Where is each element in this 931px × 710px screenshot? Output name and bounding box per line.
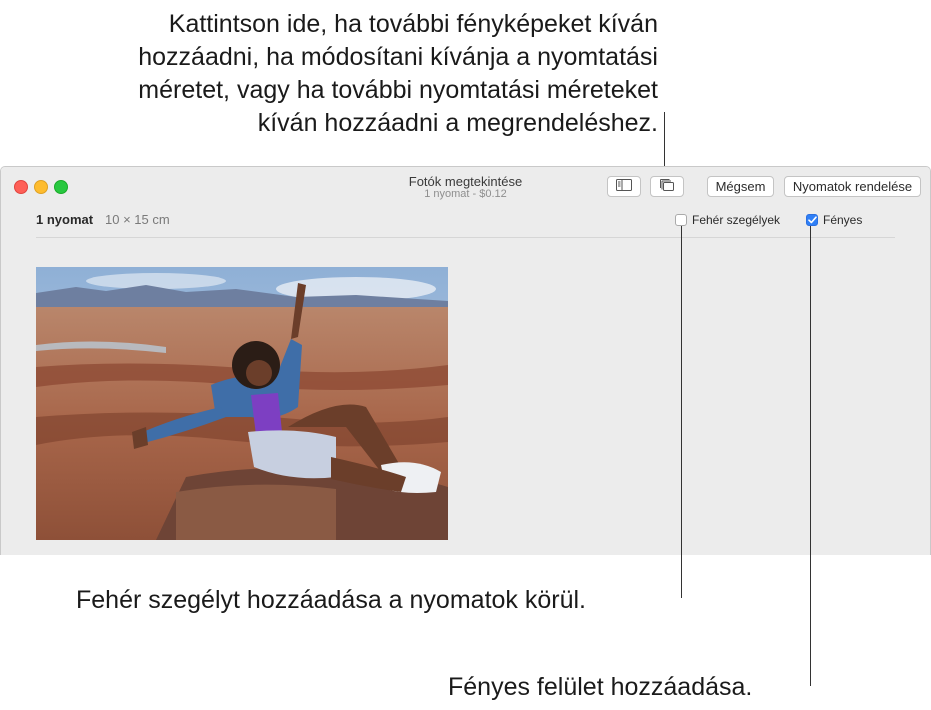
sidebar-toggle-button[interactable] <box>607 176 641 197</box>
callout-more-photos: Kattintson ide, ha további fényképeket k… <box>138 8 658 140</box>
callout-leader-line <box>810 226 811 686</box>
callout-line: Kattintson ide, ha további fényképeket k… <box>168 10 658 38</box>
print-info-bar: 1 nyomat 10 × 15 cm Fehér szegélyek Fény… <box>36 205 895 238</box>
white-borders-checkbox[interactable]: Fehér szegélyek <box>675 213 780 227</box>
photos-window: Fotók megtekintése 1 nyomat - $0.12 Mégs… <box>0 166 931 555</box>
checkmark-icon <box>807 216 817 224</box>
white-borders-label: Fehér szegélyek <box>692 213 781 227</box>
glossy-label: Fényes <box>823 213 863 227</box>
sidebar-icon <box>616 179 632 194</box>
cancel-button[interactable]: Mégsem <box>707 176 774 197</box>
print-count: 1 nyomat <box>36 212 94 227</box>
print-photo[interactable] <box>36 267 448 540</box>
checkbox-box[interactable] <box>675 214 687 226</box>
photo-stack-icon <box>659 178 675 195</box>
callout-line: kíván hozzáadni a megrendeléshez. <box>257 109 658 137</box>
add-prints-button[interactable] <box>650 176 684 197</box>
callout-line: hozzáadni, ha módosítani kívánja a nyomt… <box>138 43 658 71</box>
print-size[interactable]: 10 × 15 cm <box>105 212 170 227</box>
callout-glossy: Fényes felület hozzáadása. <box>448 673 753 701</box>
title-bar: Fotók megtekintése 1 nyomat - $0.12 Mégs… <box>1 167 930 205</box>
callout-leader-line <box>681 226 682 598</box>
checkbox-box[interactable] <box>806 214 818 226</box>
order-prints-button[interactable]: Nyomatok rendelése <box>784 176 921 197</box>
glossy-checkbox[interactable]: Fényes <box>806 213 862 227</box>
callout-line: méretet, vagy ha további nyomtatási mére… <box>138 76 658 104</box>
callout-white-borders: Fehér szegélyt hozzáadása a nyomatok kör… <box>76 586 586 614</box>
